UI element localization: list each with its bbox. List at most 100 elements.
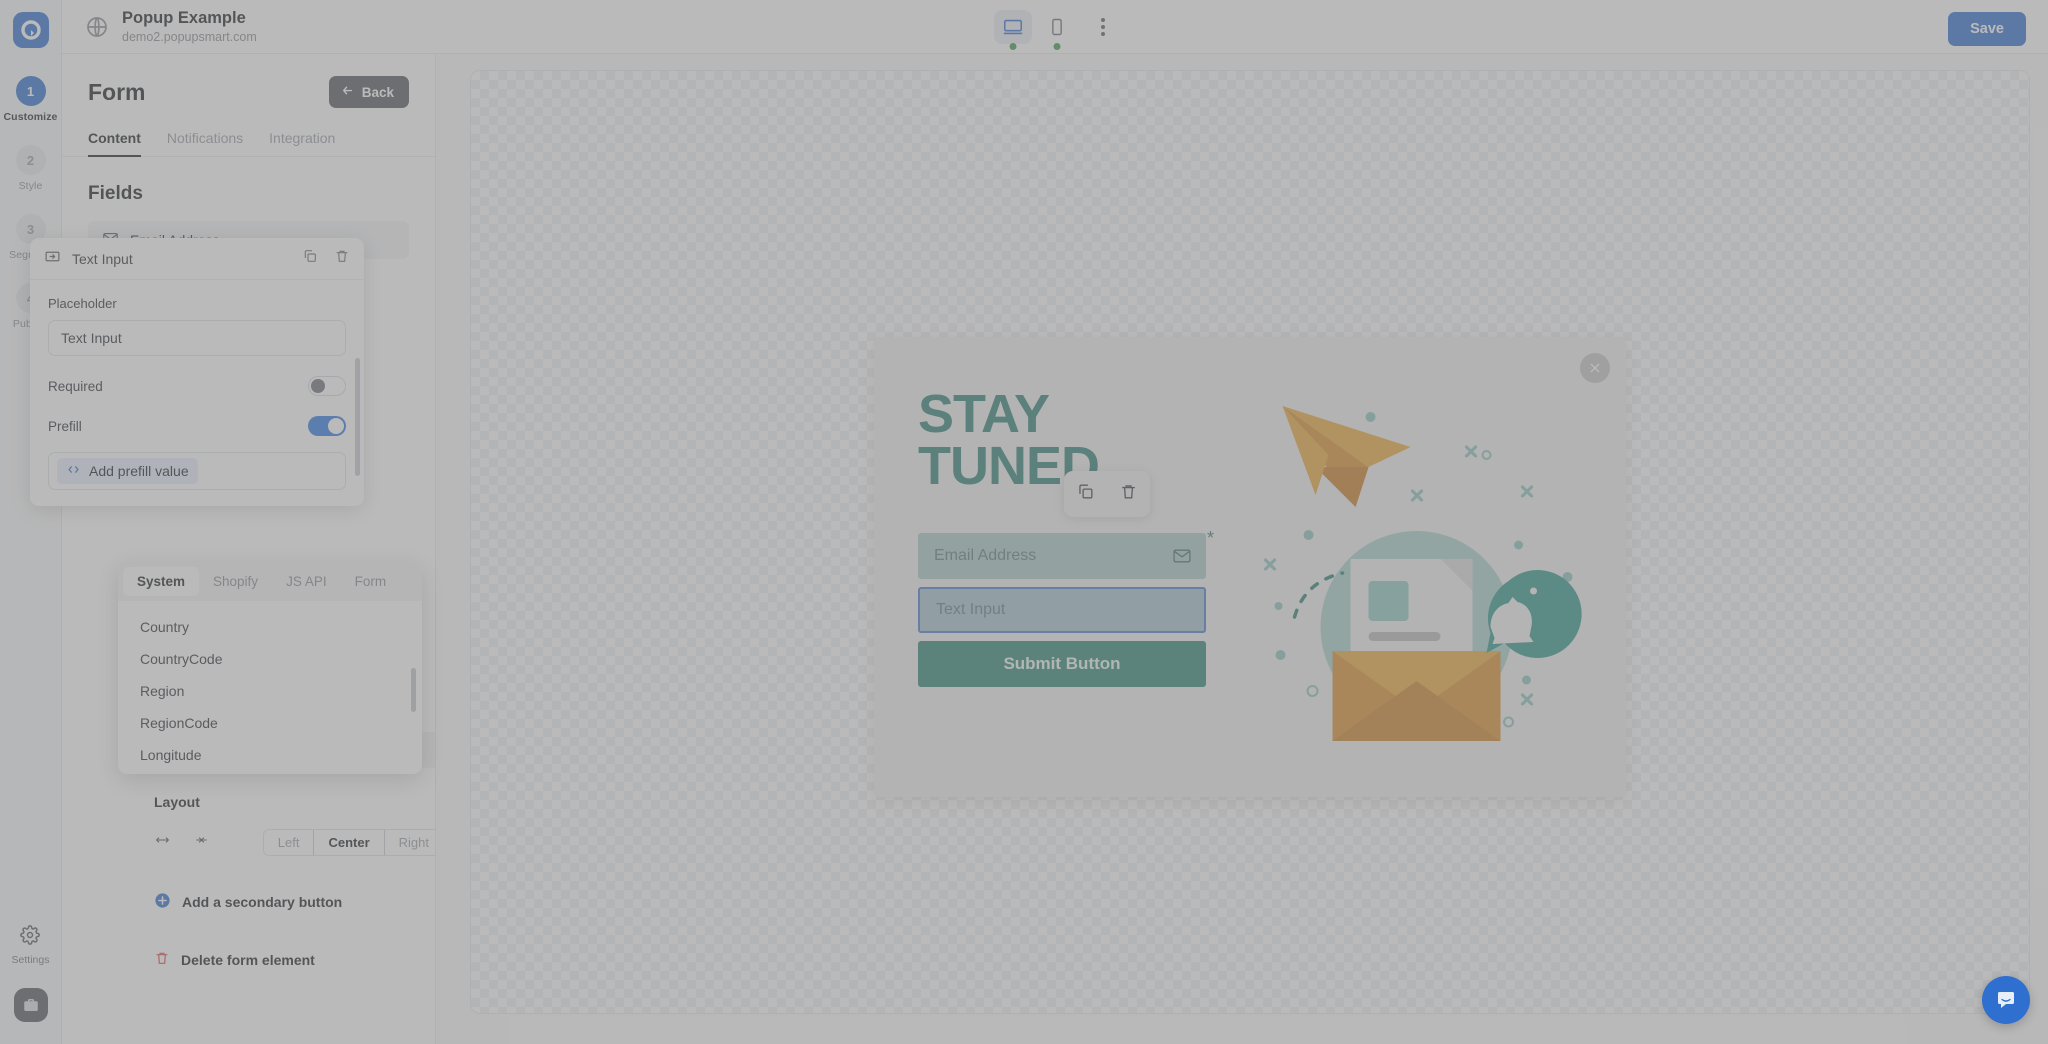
placeholder-label: Placeholder xyxy=(48,296,117,311)
gear-icon xyxy=(20,925,41,950)
fields-heading: Fields xyxy=(88,183,143,204)
dropdown-scrollbar[interactable] xyxy=(411,668,416,712)
tab-integration[interactable]: Integration xyxy=(269,130,335,156)
required-asterisk: * xyxy=(1206,527,1214,548)
dropdown-item-country[interactable]: Country xyxy=(118,611,422,643)
more-vertical-icon[interactable] xyxy=(1090,10,1116,44)
align-right-option[interactable]: Right xyxy=(385,830,435,855)
panel-header: Form Back xyxy=(62,54,435,108)
code-brackets-icon xyxy=(66,462,81,480)
save-button[interactable]: Save xyxy=(1948,12,2026,46)
tab-notifications[interactable]: Notifications xyxy=(167,130,243,156)
preview-submit-button[interactable]: Submit Button xyxy=(918,640,1206,687)
dropdown-item-region[interactable]: Region xyxy=(118,675,422,707)
top-bar: Popup Example demo2.popupsmart.com Save xyxy=(62,0,2048,54)
popup-left-column: STAY TUNED Email Address * Text Input Su… xyxy=(874,337,1235,797)
step-number: 1 xyxy=(15,76,46,106)
tab-content[interactable]: Content xyxy=(88,130,141,157)
add-prefill-value-tag[interactable]: Add prefill value xyxy=(57,458,198,484)
sidebar-item-settings[interactable]: Settings xyxy=(11,925,50,966)
email-notification-illustration xyxy=(1263,406,1582,741)
dropdown-tabs: System Shopify JS API Form xyxy=(118,562,422,601)
prefill-toggle[interactable] xyxy=(308,416,346,436)
card-actions xyxy=(302,248,350,269)
plus-circle-icon xyxy=(154,892,171,912)
preview-canvas: STAY TUNED Email Address * Text Input Su… xyxy=(436,54,2048,1044)
mobile-status-dot xyxy=(1053,42,1061,50)
dropdown-item-regioncode[interactable]: RegionCode xyxy=(118,707,422,739)
preview-email-field[interactable]: Email Address * xyxy=(918,470,1214,579)
prefill-value-box[interactable]: Add prefill value xyxy=(48,452,346,490)
prefill-row: Prefill xyxy=(48,416,346,436)
trash-icon xyxy=(154,950,170,969)
chat-bubble-icon[interactable] xyxy=(1982,976,2030,1024)
dropdown-option-list: Country CountryCode Region RegionCode Lo… xyxy=(118,601,422,771)
rail-bottom: Settings xyxy=(0,925,61,1044)
mobile-icon[interactable] xyxy=(1038,10,1076,50)
card-scrollbar[interactable] xyxy=(355,358,360,476)
text-input-card-title: Text Input xyxy=(72,250,133,267)
dropdown-item-countrycode[interactable]: CountryCode xyxy=(118,643,422,675)
copy-icon[interactable] xyxy=(302,248,318,269)
required-row: Required xyxy=(48,376,346,396)
alignment-segmented-control: Left Center Right xyxy=(262,828,435,856)
app-root: 1 Customize 2 Style 3 Segment 4 Publish xyxy=(0,0,2048,1044)
panel-tabs: Content Notifications Integration xyxy=(62,108,435,157)
preview-text-input-field[interactable]: Text Input xyxy=(918,586,1206,633)
preview-email-placeholder: Email Address xyxy=(934,546,1037,564)
step-label: Style xyxy=(18,180,43,192)
site-chip[interactable]: Popup Example demo2.popupsmart.com xyxy=(84,9,257,44)
desktop-icon[interactable] xyxy=(994,9,1032,50)
element-action-toolbar xyxy=(1064,470,1150,517)
popup-preview: STAY TUNED Email Address * Text Input Su… xyxy=(874,337,1626,797)
add-prefill-value-label: Add prefill value xyxy=(89,463,189,479)
sidebar-step-style[interactable]: 2 Style xyxy=(0,145,61,192)
add-secondary-button[interactable]: Add a secondary button xyxy=(154,892,342,912)
popupsmart-logo-icon[interactable] xyxy=(12,12,49,48)
arrow-left-icon xyxy=(340,83,355,101)
dropdown-tab-jsapi[interactable]: JS API xyxy=(272,567,341,596)
layout-row: Left Center Right xyxy=(154,826,435,858)
prefill-variable-dropdown: System Shopify JS API Form Country Count… xyxy=(118,562,422,774)
briefcase-icon[interactable] xyxy=(13,988,48,1022)
form-edit-panel: Form Back Content Notifications Integrat… xyxy=(62,54,436,1044)
trash-icon[interactable] xyxy=(1119,482,1138,506)
required-toggle[interactable] xyxy=(308,376,346,396)
align-center-option[interactable]: Center xyxy=(313,829,385,855)
back-button[interactable]: Back xyxy=(328,76,409,108)
layout-heading: Layout xyxy=(154,794,200,810)
popup-headline-line1: STAY xyxy=(918,384,1050,444)
arrows-collapse-icon[interactable] xyxy=(193,833,210,852)
dropdown-tab-form[interactable]: Form xyxy=(341,567,401,596)
desktop-status-dot xyxy=(1009,42,1017,50)
dropdown-tab-shopify[interactable]: Shopify xyxy=(199,567,272,596)
arrows-horizontal-icon[interactable] xyxy=(154,833,171,852)
delete-form-element-button[interactable]: Delete form element xyxy=(154,950,315,969)
align-left-option[interactable]: Left xyxy=(264,830,314,855)
panel-title: Form xyxy=(88,78,146,105)
left-rail: 1 Customize 2 Style 3 Segment 4 Publish xyxy=(0,0,62,1044)
dropdown-tab-system[interactable]: System xyxy=(123,567,200,596)
step-label: Customize xyxy=(3,111,58,123)
preview-text-placeholder: Text Input xyxy=(936,600,1006,618)
text-input-card-body: Placeholder Required Prefill Add prefil xyxy=(30,280,364,506)
preview-stage: STAY TUNED Email Address * Text Input Su… xyxy=(470,70,2030,1014)
trash-icon[interactable] xyxy=(334,248,350,269)
text-input-card-header: Text Input xyxy=(30,238,364,280)
prefill-label: Prefill xyxy=(48,418,82,434)
dropdown-item-longitude[interactable]: Longitude xyxy=(118,739,422,771)
device-toggle-group xyxy=(994,9,1116,50)
copy-icon[interactable] xyxy=(1076,482,1095,506)
text-input-icon xyxy=(44,248,61,270)
text-input-settings-card: Text Input Placeholder Requi xyxy=(30,238,364,506)
sidebar-step-customize[interactable]: 1 Customize xyxy=(0,76,61,123)
globe-icon xyxy=(84,14,110,40)
settings-label: Settings xyxy=(11,954,50,966)
popup-right-column xyxy=(1235,337,1626,797)
step-number: 2 xyxy=(15,145,46,175)
delete-form-element-label: Delete form element xyxy=(181,951,315,968)
envelope-icon xyxy=(1172,546,1192,571)
back-label: Back xyxy=(361,84,394,100)
add-secondary-button-label: Add a secondary button xyxy=(182,894,343,910)
placeholder-input[interactable] xyxy=(48,320,346,356)
